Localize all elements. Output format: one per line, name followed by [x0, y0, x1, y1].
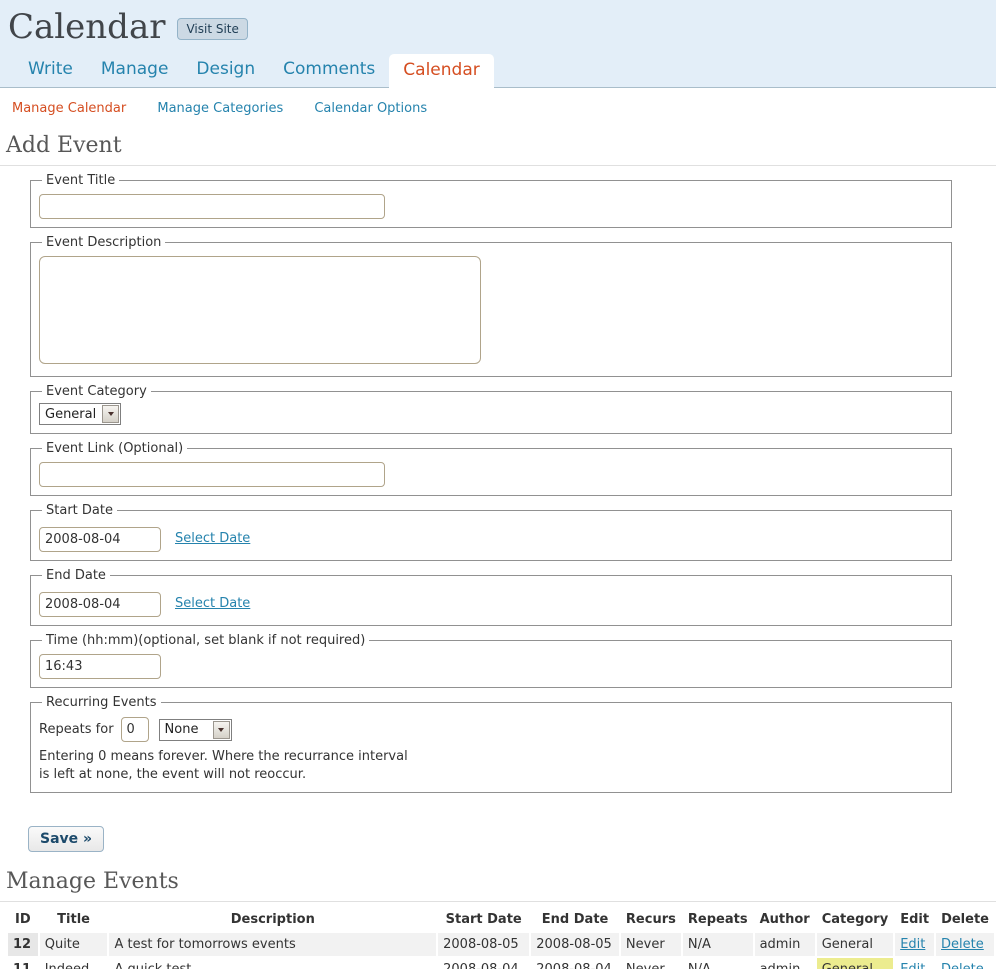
add-event-heading: Add Event [0, 133, 996, 166]
edit-link[interactable]: Edit [900, 962, 925, 969]
start-date-select-date-link[interactable]: Select Date [175, 531, 250, 546]
events-table: ID Title Description Start Date End Date… [6, 906, 996, 969]
event-title-label: Event Title [42, 173, 119, 188]
row-start-date: 2008-08-04 [438, 958, 529, 969]
table-row: 11IndeedA quick test2008-08-042008-08-04… [8, 958, 994, 969]
start-date-fieldset: Start Date Select Date [30, 503, 952, 561]
subnav-calendar-options[interactable]: Calendar Options [314, 101, 427, 116]
column-header-start-date: Start Date [438, 908, 529, 931]
manage-events-heading: Manage Events [0, 869, 996, 902]
column-header-author: Author [755, 908, 815, 931]
row-delete-cell: Delete [936, 958, 994, 969]
row-edit-cell: Edit [895, 933, 934, 956]
row-author: admin [755, 958, 815, 969]
subnav-manage-categories[interactable]: Manage Categories [157, 101, 283, 116]
row-start-date: 2008-08-05 [438, 933, 529, 956]
end-date-label: End Date [42, 568, 110, 583]
chevron-down-icon [102, 405, 119, 423]
column-header-end-date: End Date [531, 908, 619, 931]
column-header-repeats: Repeats [683, 908, 753, 931]
add-event-form: Event Title Event Description Event Cate… [30, 173, 952, 793]
repeats-for-label: Repeats for [39, 722, 114, 737]
masthead: Calendar Visit Site [0, 5, 996, 51]
row-category: General [817, 933, 893, 956]
recurring-help-line-2: is left at none, the event will not reoc… [39, 766, 943, 784]
recurrence-interval-select[interactable]: None [159, 719, 232, 741]
event-title-fieldset: Event Title [30, 173, 952, 228]
main-tab-bar: Write Manage Design Comments Calendar [0, 53, 996, 87]
repeats-count-input[interactable] [121, 717, 149, 742]
column-header-delete: Delete [936, 908, 994, 931]
recurring-help-line-1: Entering 0 means forever. Where the recu… [39, 748, 943, 766]
time-fieldset: Time (hh:mm)(optional, set blank if not … [30, 633, 952, 688]
row-description: A quick test [109, 958, 436, 969]
column-header-category: Category [817, 908, 893, 931]
row-recurs: Never [621, 933, 681, 956]
subnav-manage-calendar[interactable]: Manage Calendar [12, 101, 126, 116]
admin-header: Calendar Visit Site Write Manage Design … [0, 0, 996, 88]
end-date-fieldset: End Date Select Date [30, 568, 952, 626]
event-category-fieldset: Event Category General [30, 384, 952, 434]
page-title: Calendar [8, 9, 165, 46]
event-category-select[interactable]: General [39, 403, 121, 425]
recurring-help-text: Entering 0 means forever. Where the recu… [39, 748, 943, 784]
column-header-id: ID [8, 908, 38, 931]
delete-link[interactable]: Delete [941, 962, 984, 969]
row-category: General [817, 958, 893, 969]
event-title-input[interactable] [39, 194, 385, 219]
row-id: 12 [8, 933, 38, 956]
tab-comments[interactable]: Comments [269, 53, 389, 87]
edit-link[interactable]: Edit [900, 937, 925, 952]
recurrence-interval-selected-value: None [160, 722, 212, 737]
start-date-label: Start Date [42, 503, 117, 518]
tab-design[interactable]: Design [182, 53, 269, 87]
column-header-edit: Edit [895, 908, 934, 931]
events-table-body: 12QuiteA test for tomorrows events2008-0… [8, 933, 994, 969]
row-repeats: N/A [683, 933, 753, 956]
event-category-selected-value: General [40, 407, 101, 422]
start-date-input[interactable] [39, 527, 161, 552]
end-date-input[interactable] [39, 592, 161, 617]
row-title: Indeed [40, 958, 108, 969]
row-description: A test for tomorrows events [109, 933, 436, 956]
tab-manage[interactable]: Manage [87, 53, 183, 87]
table-row: 12QuiteA test for tomorrows events2008-0… [8, 933, 994, 956]
event-link-label: Event Link (Optional) [42, 441, 187, 456]
row-title: Quite [40, 933, 108, 956]
chevron-down-icon [213, 721, 230, 739]
column-header-description: Description [109, 908, 436, 931]
tab-calendar[interactable]: Calendar [389, 54, 493, 88]
row-delete-cell: Delete [936, 933, 994, 956]
event-category-label: Event Category [42, 384, 151, 399]
event-description-textarea[interactable] [39, 256, 481, 364]
event-link-fieldset: Event Link (Optional) [30, 441, 952, 496]
end-date-select-date-link[interactable]: Select Date [175, 596, 250, 611]
event-link-input[interactable] [39, 462, 385, 487]
visit-site-button[interactable]: Visit Site [177, 18, 247, 40]
row-end-date: 2008-08-05 [531, 933, 619, 956]
row-id: 11 [8, 958, 38, 969]
recurring-events-fieldset: Recurring Events Repeats for None Enteri… [30, 695, 952, 793]
row-edit-cell: Edit [895, 958, 934, 969]
recurring-events-label: Recurring Events [42, 695, 161, 710]
event-description-label: Event Description [42, 235, 165, 250]
time-input[interactable] [39, 654, 161, 679]
row-author: admin [755, 933, 815, 956]
row-repeats: N/A [683, 958, 753, 969]
event-description-fieldset: Event Description [30, 235, 952, 377]
row-recurs: Never [621, 958, 681, 969]
row-end-date: 2008-08-04 [531, 958, 619, 969]
delete-link[interactable]: Delete [941, 937, 984, 952]
column-header-recurs: Recurs [621, 908, 681, 931]
calendar-subnav: Manage Calendar Manage Categories Calend… [0, 88, 996, 116]
events-table-header: ID Title Description Start Date End Date… [8, 908, 994, 931]
save-button[interactable]: Save » [28, 826, 104, 852]
column-header-title: Title [40, 908, 108, 931]
tab-write[interactable]: Write [14, 53, 87, 87]
time-label: Time (hh:mm)(optional, set blank if not … [42, 633, 369, 648]
